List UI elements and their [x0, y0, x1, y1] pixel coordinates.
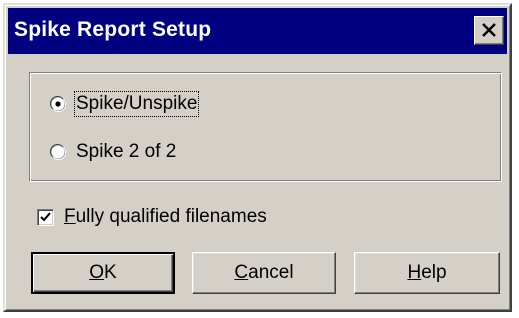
radio-spike-unspike[interactable]: Spike/Unspike: [49, 89, 200, 119]
help-button[interactable]: Help: [354, 252, 500, 294]
mnemonic-c: C: [234, 262, 249, 283]
fully-qualified-checkbox[interactable]: [37, 208, 54, 226]
spike-mode-group: Spike/Unspike Spike 2 of 2: [29, 72, 502, 182]
mnemonic-h: H: [407, 262, 422, 283]
fully-qualified-label[interactable]: Fully qualified filenames: [64, 206, 267, 228]
fully-qualified-filenames-option[interactable]: Fully qualified filenames: [37, 202, 267, 232]
ok-label-rest: K: [104, 262, 117, 283]
radio-label-spike-unspike[interactable]: Spike/Unspike: [73, 91, 200, 117]
cancel-button[interactable]: Cancel: [192, 252, 336, 294]
radio-spike-2-of-2[interactable]: Spike 2 of 2: [49, 137, 176, 167]
window-title: Spike Report Setup: [14, 18, 212, 41]
close-button[interactable]: [474, 16, 504, 45]
cancel-label-rest: ancel: [248, 262, 294, 283]
mnemonic-f: F: [64, 206, 76, 227]
radio-button-selected[interactable]: [49, 95, 67, 113]
mnemonic-o: O: [89, 262, 105, 283]
ok-button[interactable]: OK: [31, 252, 175, 294]
radio-button-unselected[interactable]: [49, 143, 67, 161]
title-bar[interactable]: Spike Report Setup: [8, 8, 507, 54]
radio-label-spike-2-of-2[interactable]: Spike 2 of 2: [76, 141, 176, 163]
help-label-rest: elp: [421, 262, 447, 283]
label-rest: ully qualified filenames: [75, 206, 267, 227]
spike-report-setup-dialog: Spike Report Setup Spike/Unspike Spike 2…: [3, 3, 512, 312]
